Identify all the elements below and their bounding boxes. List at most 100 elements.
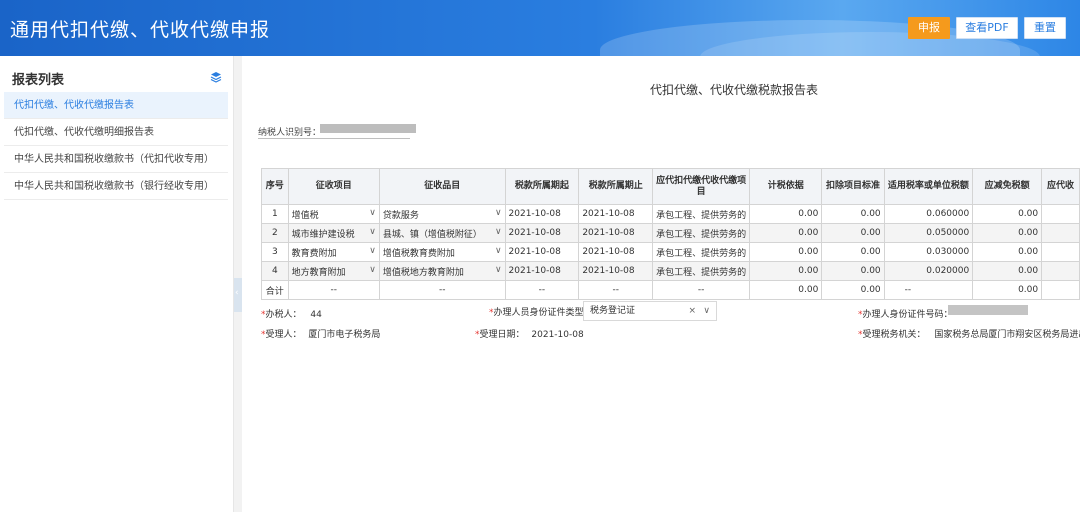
- total-dash: --: [504, 280, 580, 300]
- relief-cell[interactable]: 0.00: [972, 223, 1043, 243]
- deduction-cell[interactable]: 0.00: [821, 204, 885, 224]
- total-deduction: 0.00: [821, 280, 885, 300]
- chevron-down-icon: ∨: [369, 264, 376, 275]
- handler-value: 44: [310, 310, 322, 320]
- table-total-row: 合计 -- -- -- -- -- 0.00 0.00 -- 0.00: [261, 280, 1080, 300]
- tax-rate-cell: 0.060000: [883, 204, 974, 224]
- sidebar-item-payment-withhold[interactable]: 中华人民共和国税收缴款书（代扣代收专用）: [4, 146, 228, 173]
- levy-item-value: 增值税: [291, 210, 319, 221]
- receiver-value: 厦门市电子税务局: [308, 330, 381, 340]
- chevron-down-icon: ∨: [494, 264, 502, 275]
- sidebar-collapse-toggle[interactable]: ‹: [234, 278, 242, 312]
- levy-item-select[interactable]: 教育费附加 ∨: [287, 242, 380, 262]
- levy-item-value: 教育费附加: [291, 248, 337, 259]
- period-start-cell[interactable]: 2021-10-08: [504, 242, 580, 262]
- layers-icon[interactable]: [210, 71, 222, 83]
- tax-report-table: 序号 征收项目 征收品目 税款所属期起 税款所属期止 应代扣代缴代收代缴项目 计…: [261, 168, 1080, 300]
- levy-subitem-value: 贷款服务: [382, 210, 419, 221]
- receive-date-label: 受理日期：: [479, 330, 525, 340]
- project-cell[interactable]: 承包工程、提供劳务的: [652, 204, 751, 224]
- chevron-down-icon[interactable]: ∨: [703, 302, 710, 320]
- tax-basis-cell[interactable]: 0.00: [749, 242, 823, 262]
- extra-cell: [1041, 280, 1080, 300]
- levy-item-select[interactable]: 增值税 ∨: [287, 204, 380, 224]
- handler-label: 办税人：: [265, 310, 302, 320]
- relief-cell[interactable]: 0.00: [972, 204, 1043, 224]
- close-icon[interactable]: ×: [688, 302, 696, 320]
- period-end-cell[interactable]: 2021-10-08: [578, 242, 654, 262]
- levy-item-select[interactable]: 地方教育附加 ∨: [287, 261, 380, 281]
- total-basis: 0.00: [749, 280, 823, 300]
- deduction-cell[interactable]: 0.00: [821, 223, 885, 243]
- cert-type-label: 办理人员身份证件类型：: [493, 308, 593, 318]
- cert-no-value-redacted: [948, 305, 1028, 315]
- levy-subitem-select[interactable]: 增值税地方教育附加 ∨: [378, 261, 506, 281]
- sidebar-item-detail-report[interactable]: 代扣代缴、代收代缴明细报告表: [4, 119, 228, 146]
- tax-basis-cell[interactable]: 0.00: [749, 223, 823, 243]
- levy-item-value: 地方教育附加: [291, 267, 346, 278]
- tax-basis-cell[interactable]: 0.00: [749, 261, 823, 281]
- levy-subitem-select[interactable]: 增值税教育费附加 ∨: [378, 242, 506, 262]
- submit-button[interactable]: 申报: [908, 17, 950, 39]
- chevron-down-icon: ∨: [494, 207, 502, 218]
- relief-cell[interactable]: 0.00: [972, 261, 1043, 281]
- period-start-cell[interactable]: 2021-10-08: [504, 204, 580, 224]
- total-dash: --: [578, 280, 654, 300]
- table-row: 3 教育费附加 ∨ 增值税教育费附加 ∨ 2021-10-08 2021-10-08…: [261, 242, 1080, 262]
- deduction-cell[interactable]: 0.00: [821, 242, 885, 262]
- table-header-row: 序号 征收项目 征收品目 税款所属期起 税款所属期止 应代扣代缴代收代缴项目 计…: [261, 168, 1080, 205]
- extra-cell: [1041, 242, 1080, 262]
- col-header: 税款所属期止: [578, 168, 654, 205]
- project-cell[interactable]: 承包工程、提供劳务的: [652, 261, 751, 281]
- chevron-down-icon: ∨: [369, 245, 376, 256]
- relief-cell[interactable]: 0.00: [972, 242, 1043, 262]
- levy-item-select[interactable]: 城市维护建设税 ∨: [287, 223, 380, 243]
- cert-type-select[interactable]: 税务登记证 × ∨: [583, 301, 717, 321]
- table-row: 1 增值税 ∨ 贷款服务 ∨ 2021-10-08 2021-10-08 承包工程、…: [261, 204, 1080, 224]
- period-start-cell[interactable]: 2021-10-08: [504, 223, 580, 243]
- sidebar-item-payment-bank[interactable]: 中华人民共和国税收缴款书（银行经收专用）: [4, 173, 228, 200]
- app-title: 通用代扣代缴、代收代缴申报: [10, 19, 271, 41]
- deduction-cell[interactable]: 0.00: [821, 261, 885, 281]
- row-number: 2: [261, 223, 289, 243]
- taxpayer-id-underline: [258, 138, 410, 139]
- period-end-cell[interactable]: 2021-10-08: [578, 204, 654, 224]
- taxpayer-id-label: 纳税人识别号：: [258, 128, 322, 138]
- levy-subitem-value: 县城、镇（增值税附征）: [382, 229, 482, 240]
- period-start-cell[interactable]: 2021-10-08: [504, 261, 580, 281]
- col-header: 应减免税额: [972, 168, 1043, 205]
- cert-no-label: 办理人身份证件号码：: [862, 310, 953, 320]
- total-dash: --: [287, 280, 380, 300]
- project-cell[interactable]: 承包工程、提供劳务的: [652, 223, 751, 243]
- col-header: 应代扣代缴代收代缴项目: [652, 168, 751, 205]
- col-header: 适用税率或单位税额: [883, 168, 974, 205]
- period-end-cell[interactable]: 2021-10-08: [578, 223, 654, 243]
- table-row: 4 地方教育附加 ∨ 增值税地方教育附加 ∨ 2021-10-08 2021-10-…: [261, 261, 1080, 281]
- tax-basis-cell[interactable]: 0.00: [749, 204, 823, 224]
- sidebar: 报表列表 代扣代缴、代收代缴报告表 代扣代缴、代收代缴明细报告表 中华人民共和国…: [0, 56, 234, 512]
- total-label: 合计: [261, 280, 289, 300]
- levy-subitem-select[interactable]: 贷款服务 ∨: [378, 204, 506, 224]
- extra-cell: [1041, 204, 1080, 224]
- receiver-field: *受理人： 厦门市电子税务局: [261, 327, 380, 340]
- chevron-down-icon: ∨: [369, 226, 376, 237]
- period-end-cell[interactable]: 2021-10-08: [578, 261, 654, 281]
- cert-no-field: *办理人身份证件号码：: [858, 307, 953, 320]
- sidebar-item-report[interactable]: 代扣代缴、代收代缴报告表: [4, 92, 228, 119]
- view-pdf-button[interactable]: 查看PDF: [956, 17, 1018, 39]
- project-cell[interactable]: 承包工程、提供劳务的: [652, 242, 751, 262]
- levy-subitem-select[interactable]: 县城、镇（增值税附征） ∨: [378, 223, 506, 243]
- col-header: 计税依据: [749, 168, 823, 205]
- chevron-left-icon: ‹: [235, 288, 239, 298]
- levy-item-value: 城市维护建设税: [291, 229, 355, 240]
- levy-subitem-value: 增值税教育费附加: [382, 248, 455, 259]
- col-header: 应代收: [1041, 168, 1080, 205]
- extra-cell: [1041, 261, 1080, 281]
- receive-org-value: 国家税务总局厦门市翔安区税务局进出口税: [934, 330, 1080, 340]
- reset-button[interactable]: 重置: [1024, 17, 1066, 39]
- levy-subitem-value: 增值税地方教育附加: [382, 267, 464, 278]
- tax-rate-cell: 0.050000: [883, 223, 974, 243]
- receive-date-value: 2021-10-08: [531, 330, 584, 340]
- sidebar-title: 报表列表: [12, 73, 65, 88]
- cert-type-value: 税务登记证: [590, 306, 636, 316]
